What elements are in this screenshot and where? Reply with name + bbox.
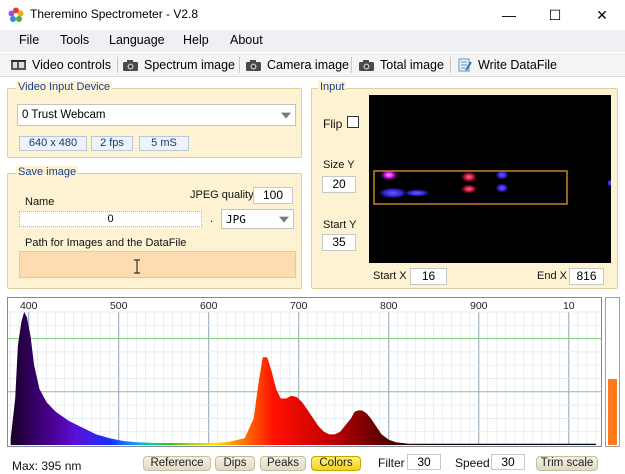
text-cursor-icon [134,259,140,274]
level-meter-fill [608,379,617,445]
format-select[interactable]: JPG [221,209,294,229]
toolbar-separator [239,57,240,73]
toolbar-separator [351,57,352,73]
title-bar: Theremino Spectrometer - V2.8 — ☐ ✕ [0,0,625,30]
x-tick-label: 10 [563,300,575,312]
path-label: Path for Images and the DataFile [25,237,187,249]
write-datafile-label: Write DataFile [478,58,557,72]
jpeg-quality-input[interactable]: 100 [253,187,293,204]
camera-icon [123,60,138,71]
x-tick-label: 700 [290,300,308,312]
write-file-icon [458,58,472,72]
menu-language[interactable]: Language [109,33,165,47]
app-logo-icon [8,7,24,22]
camera-icon [246,60,261,71]
toolbar-separator [117,57,118,73]
video-device-value: 0 Trust Webcam [22,109,106,121]
spectrum-image-button[interactable]: Spectrum image [122,56,235,74]
spectrum-plot: 400 500 600 700 800 900 10 [8,300,601,446]
resolution-readout: 640 x 480 [19,136,87,151]
maximize-button[interactable]: ☐ [532,0,578,30]
write-datafile-button[interactable]: Write DataFile [456,56,557,74]
jpeg-quality-label: JPEG quality [190,189,254,201]
video-controls-label: Video controls [32,58,111,72]
video-input-group-label: Video Input Device [16,81,113,93]
toolbar: Video controls Spectrum image Camera ima… [0,53,625,77]
menu-tools[interactable]: Tools [60,33,89,47]
dips-button[interactable]: Dips [215,456,255,471]
camera-preview-image [373,169,613,205]
x-tick-labels: 400 500 600 700 800 900 10 [20,300,575,312]
max-readout: Max: 395 nm [12,459,82,473]
x-tick-label: 800 [380,300,398,312]
name-input[interactable]: 0 [19,211,202,227]
menu-help[interactable]: Help [183,33,209,47]
spectrum-blob [460,171,478,183]
size-y-label: Size Y [323,159,355,171]
extension-dot: . [210,213,214,225]
name-label: Name [25,196,55,208]
start-y-input[interactable]: 35 [322,234,356,251]
spectrum-blob [495,183,509,193]
end-x-label: End X [537,270,567,282]
fps-readout: 2 fps [91,136,133,151]
chevron-down-icon [279,216,289,223]
menu-bar: File Tools Language Help About [0,30,625,52]
path-input[interactable] [19,251,296,278]
filter-input[interactable]: 30 [407,454,441,470]
camera-image-button[interactable]: Camera image [245,56,349,74]
x-tick-label: 400 [20,300,38,312]
spectrum-blob [607,179,613,187]
start-y-label: Start Y [323,219,357,231]
menu-about[interactable]: About [230,33,263,47]
start-x-label: Start X [373,270,407,282]
trim-scale-button[interactable]: Trim scale [536,456,598,471]
chevron-down-icon [281,112,291,119]
total-image-label: Total image [380,58,444,72]
x-tick-label: 900 [470,300,488,312]
size-y-input[interactable]: 20 [322,176,356,193]
spectrum-blob [403,189,431,197]
format-value: JPG [226,212,246,226]
camera-preview[interactable] [369,95,613,263]
menu-file[interactable]: File [19,33,39,47]
video-device-select[interactable]: 0 Trust Webcam [17,104,296,126]
reference-button[interactable]: Reference [143,456,211,471]
camera-icon [359,60,374,71]
spectrum-chart[interactable]: 400 500 600 700 800 900 10 [7,297,602,447]
peaks-button[interactable]: Peaks [260,456,306,471]
filter-label: Filter [378,456,405,470]
video-controls-button[interactable]: Video controls [10,56,111,74]
toolbar-separator [450,57,451,73]
flip-checkbox[interactable] [347,116,359,128]
save-image-group-label: Save image [16,166,79,178]
level-meter [605,297,620,447]
speed-input[interactable]: 30 [491,454,525,470]
spectrum-blob [460,184,478,194]
input-group-label: Input [318,81,347,93]
x-tick-label: 500 [110,300,128,312]
flip-label: Flip [323,117,343,131]
window-title: Theremino Spectrometer - V2.8 [30,7,199,21]
speed-label: Speed [455,456,490,470]
end-x-input[interactable]: 816 [569,268,604,285]
x-tick-label: 600 [200,300,218,312]
minimize-button[interactable]: — [486,0,532,30]
camera-image-label: Camera image [267,58,349,72]
start-x-input[interactable]: 16 [410,268,447,285]
total-image-button[interactable]: Total image [358,56,444,74]
colors-button[interactable]: Colors [311,456,361,471]
close-button[interactable]: ✕ [579,0,625,30]
exposure-readout: 5 mS [139,136,189,151]
film-icon [11,60,26,70]
spectrum-image-label: Spectrum image [144,58,236,72]
